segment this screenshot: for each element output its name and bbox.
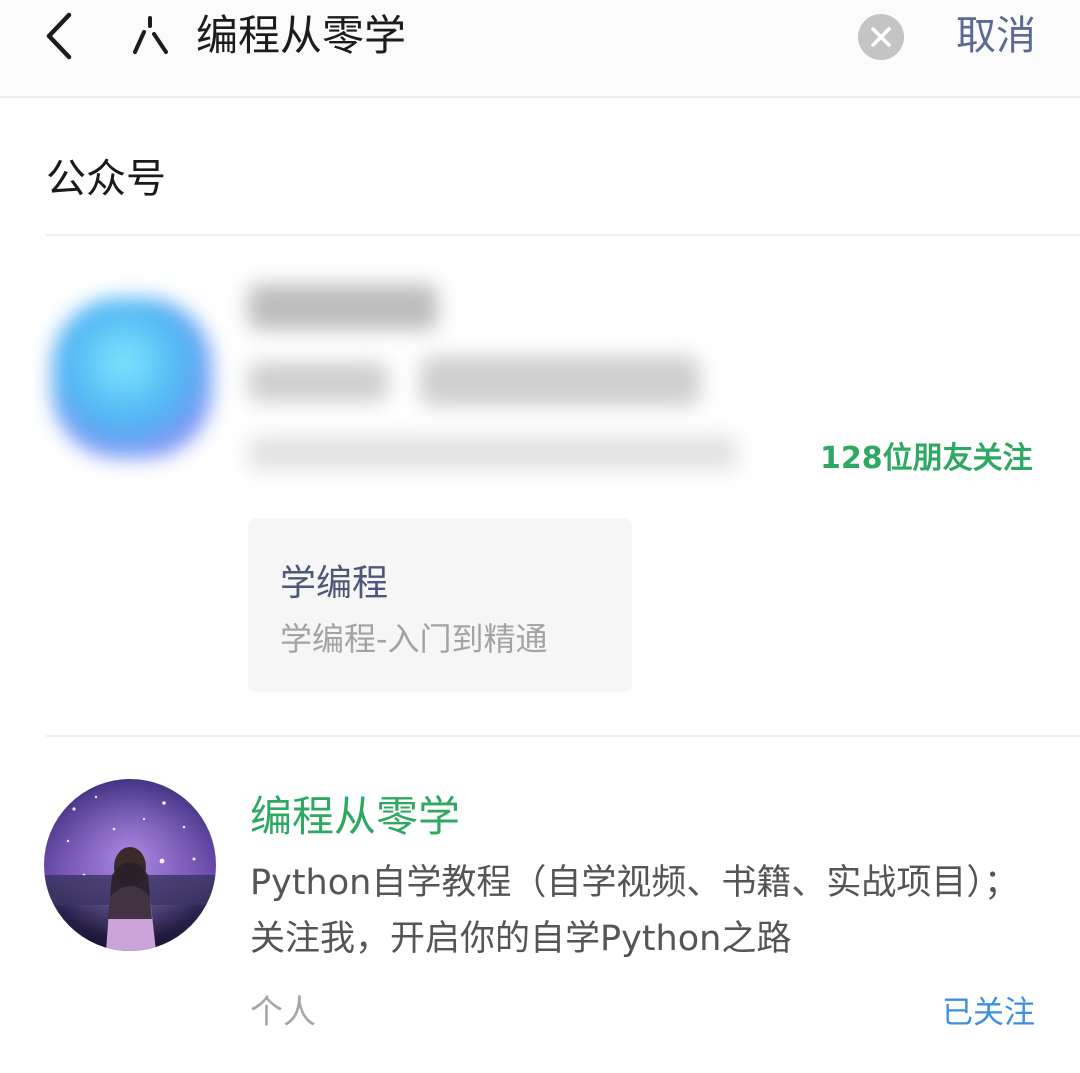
blurred-description <box>248 436 738 470</box>
search-header: 取消 <box>0 0 1080 98</box>
blurred-name <box>248 284 438 330</box>
account-name: 编程从零学 <box>250 792 461 841</box>
section-title: 公众号 <box>46 156 166 202</box>
blurred-description <box>420 356 700 406</box>
clear-circle-icon <box>871 27 891 47</box>
account-type: 个人 <box>250 992 316 1031</box>
avatar-image <box>44 779 216 951</box>
chevron-left-icon <box>46 12 72 60</box>
clear-search-button[interactable] <box>858 14 904 60</box>
card-description: 学编程-入门到精通 <box>280 620 548 658</box>
avatar <box>44 779 216 951</box>
card-title: 学编程 <box>280 563 389 604</box>
search-input[interactable] <box>196 6 816 66</box>
follow-status[interactable]: 已关注 <box>942 987 1035 1032</box>
weixin-search-icon <box>133 16 168 54</box>
blurred-description <box>248 362 388 402</box>
friend-follow-count: 128位朋友关注 <box>820 441 1033 476</box>
cancel-button[interactable]: 取消 <box>956 6 1036 66</box>
account-description: Python自学教程（自学视频、书籍、实战项目）；关注我，开启你的自学Pytho… <box>250 863 1019 959</box>
account-result[interactable]: 编程从零学 Python自学教程（自学视频、书籍、实战项目）；关注我，开启你的自… <box>0 737 1080 1073</box>
recent-article-card[interactable]: 学编程 学编程-入门到精通 <box>248 518 632 692</box>
blurred-avatar <box>52 298 212 458</box>
blurred-account-result[interactable]: 128位朋友关注 学编程 学编程-入门到精通 <box>0 236 1080 733</box>
back-button[interactable] <box>30 8 86 64</box>
